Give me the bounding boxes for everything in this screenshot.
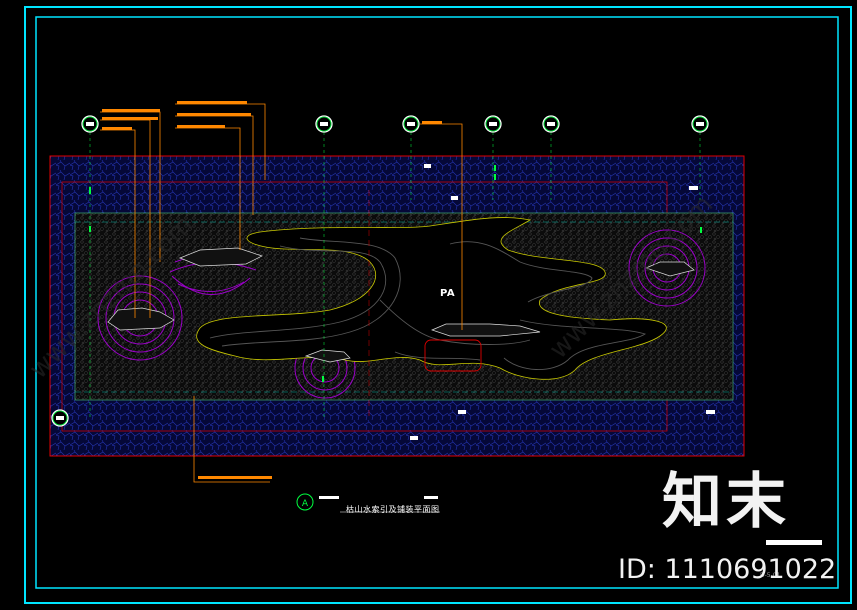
brand-id: ID: 1110691022 (618, 554, 837, 585)
brand-logo: 知末 (662, 467, 790, 537)
grid-axis-marker-icon (542, 115, 560, 133)
grid-axis-marker-icon (81, 115, 99, 133)
grid-axis-marker-icon (691, 115, 709, 133)
grid-axis-marker-icon (315, 115, 333, 133)
area-label: PA (440, 288, 456, 299)
grid-axis-marker-icon (484, 115, 502, 133)
grid-axis-marker-icon (402, 115, 420, 133)
section-marker-letter: A (302, 499, 309, 509)
drawing-title: 枯山水索引及铺装平面图 (346, 505, 440, 514)
grid-axis-marker-icon (51, 409, 69, 427)
logo-underbar (766, 540, 822, 545)
